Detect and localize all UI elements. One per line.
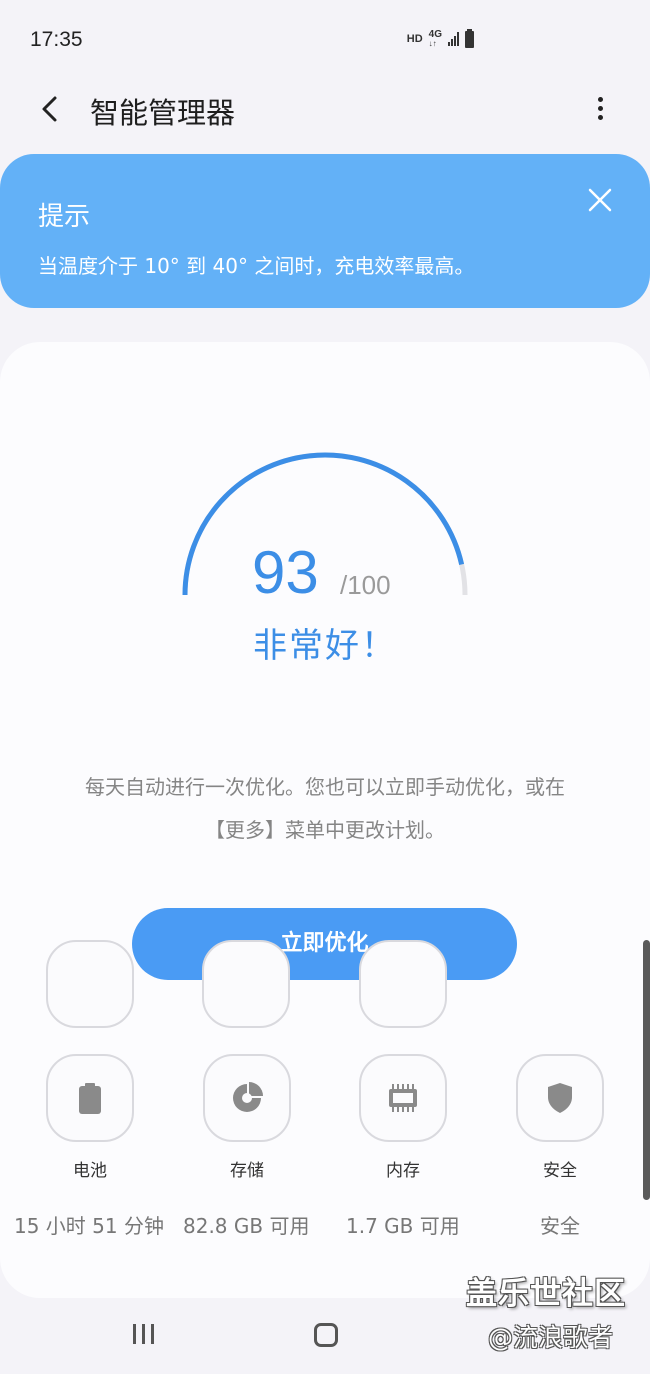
security-icon	[548, 1083, 572, 1113]
security-stat: 安全	[540, 1214, 580, 1238]
battery-status-icon	[465, 28, 474, 48]
gauge-fill	[182, 452, 465, 596]
watermark-author: @流浪歌者	[488, 1323, 614, 1352]
network-indicator: 4G ↓↑	[428, 29, 442, 49]
tile-battery[interactable]: 电池	[10, 1054, 170, 1181]
tip-banner: 提示 当温度介于 10° 到 40° 之间时，充电效率最高。	[0, 154, 650, 308]
tile-partial[interactable]	[359, 940, 447, 1028]
tile-security[interactable]: 安全	[480, 1054, 640, 1181]
description-line-1: 每天自动进行一次优化。您也可以立即手动优化，或在	[85, 775, 565, 799]
signal-icon	[448, 32, 459, 46]
score-max: /100	[340, 570, 391, 600]
battery-stat: 15 小时 51 分钟	[14, 1214, 164, 1238]
tip-title: 提示	[38, 202, 91, 232]
score-value: 93	[252, 539, 319, 606]
tile-label: 安全	[543, 1161, 577, 1181]
tile-label: 内存	[386, 1161, 420, 1181]
memory-icon	[389, 1084, 417, 1112]
hd-indicator: HD	[406, 33, 423, 45]
score-gauge	[182, 452, 468, 596]
tile-partial[interactable]	[202, 940, 290, 1028]
status-time: 17:35	[30, 28, 83, 51]
watermark-title: 盖乐世社区	[466, 1276, 626, 1312]
storage-stat: 82.8 GB 可用	[183, 1214, 310, 1238]
score-label: 非常好！	[253, 626, 397, 666]
tile-storage[interactable]: 存储	[167, 1054, 327, 1181]
close-icon[interactable]	[586, 186, 614, 214]
back-arrow-icon[interactable]	[36, 94, 66, 124]
tile-label: 存储	[230, 1161, 264, 1181]
device-care-card: 93 /100 非常好！ 每天自动进行一次优化。您也可以立即手动优化，或在 【更…	[0, 342, 650, 1298]
optimize-now-button[interactable]: 立即优化	[132, 908, 517, 980]
tip-text: 当温度介于 10° 到 40° 之间时，充电效率最高。	[38, 254, 475, 278]
gauge-track	[182, 452, 468, 596]
scrollbar[interactable]	[643, 940, 650, 1200]
description-line-2: 【更多】菜单中更改计划。	[205, 818, 445, 842]
app-bar: 智能管理器	[0, 80, 650, 142]
optimize-description: 每天自动进行一次优化。您也可以立即手动优化，或在 【更多】菜单中更改计划。	[0, 766, 650, 852]
home-icon[interactable]	[314, 1323, 338, 1347]
status-icons: HD 4G ↓↑	[406, 28, 474, 49]
memory-stat: 1.7 GB 可用	[346, 1214, 460, 1238]
battery-icon	[79, 1083, 101, 1114]
recents-icon[interactable]	[133, 1324, 154, 1344]
storage-icon	[233, 1082, 263, 1112]
page-title: 智能管理器	[90, 96, 236, 130]
more-options-icon[interactable]	[590, 94, 610, 124]
tile-label: 电池	[73, 1161, 107, 1181]
tile-memory[interactable]: 内存	[323, 1054, 483, 1181]
tile-partial[interactable]	[46, 940, 134, 1028]
status-bar: 17:35 HD 4G ↓↑	[0, 0, 650, 80]
